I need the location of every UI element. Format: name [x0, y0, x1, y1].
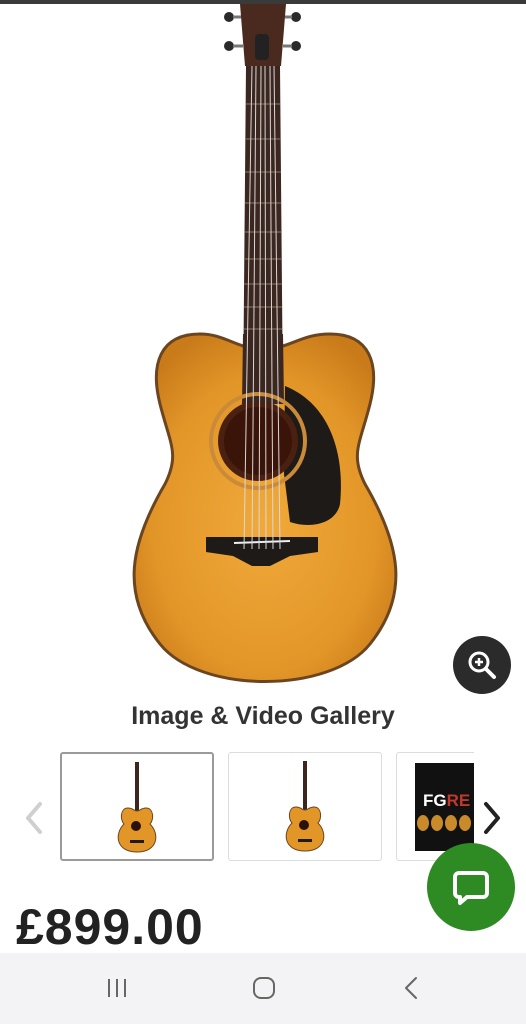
video-poster: FGRE [415, 763, 474, 851]
product-main-image[interactable] [0, 4, 526, 694]
guitar-thumbnail-image [285, 761, 325, 852]
guitar-illustration [132, 4, 398, 683]
system-nav-bar [0, 953, 526, 1024]
chat-bubble-icon [453, 871, 489, 905]
gallery-next-button[interactable] [474, 796, 510, 840]
back-icon [405, 977, 417, 999]
chevron-left-icon [26, 802, 42, 834]
recent-apps-button[interactable] [97, 973, 137, 1003]
gallery-prev-button[interactable] [18, 796, 50, 840]
back-button[interactable] [391, 973, 431, 1003]
product-price: £899.00 [16, 899, 204, 955]
recent-apps-icon [108, 979, 126, 997]
gallery-thumbnail[interactable] [228, 752, 382, 861]
home-button[interactable] [244, 973, 284, 1003]
gallery-thumbnail[interactable] [60, 752, 214, 861]
zoom-button[interactable] [453, 636, 511, 694]
gallery-title: Image & Video Gallery [131, 702, 395, 730]
guitar-thumbnail-image [117, 762, 157, 853]
zoom-in-icon [468, 651, 496, 679]
chevron-right-icon [484, 802, 500, 834]
chat-button[interactable] [427, 843, 515, 931]
video-poster-guitars [417, 815, 471, 831]
home-icon [253, 977, 275, 999]
